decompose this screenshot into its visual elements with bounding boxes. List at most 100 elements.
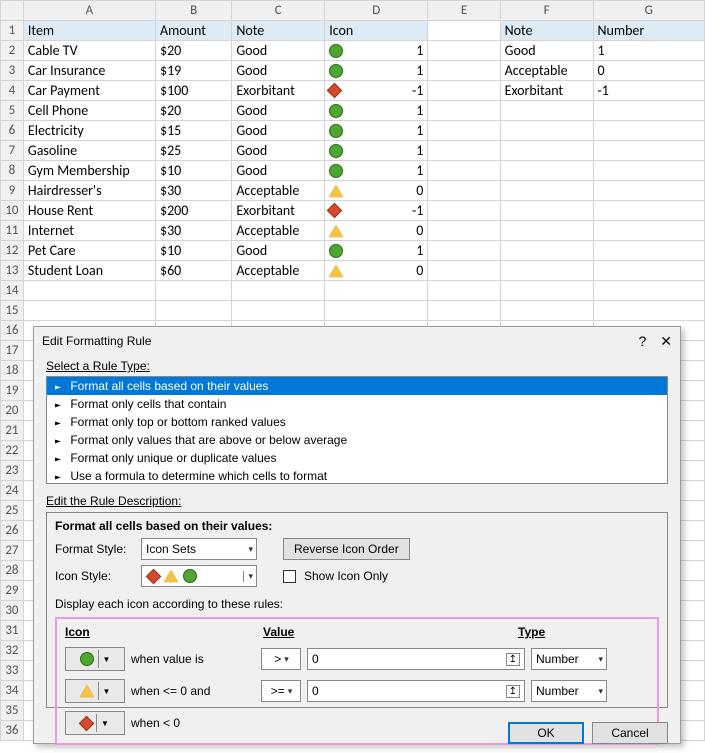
cell[interactable] <box>325 281 428 301</box>
row-header[interactable]: 26 <box>1 521 24 541</box>
rule-type-item[interactable]: ► Format all cells based on their values <box>47 377 667 395</box>
cell[interactable]: Exorbitant <box>232 201 325 221</box>
value-input[interactable]: 0↥ <box>307 648 525 670</box>
cell[interactable] <box>428 281 500 301</box>
cell[interactable] <box>593 201 705 221</box>
cell[interactable] <box>593 281 705 301</box>
cell[interactable]: $10 <box>155 241 231 261</box>
row-header[interactable]: 22 <box>1 441 24 461</box>
operator-combo[interactable]: >▾ <box>261 648 301 670</box>
cell[interactable]: Good <box>232 121 325 141</box>
cell[interactable]: $200 <box>155 201 231 221</box>
cell[interactable]: Acceptable <box>232 221 325 241</box>
cell[interactable]: Electricity <box>23 121 155 141</box>
cell[interactable]: 0 <box>325 181 428 201</box>
cell[interactable]: $30 <box>155 221 231 241</box>
row-header[interactable]: 35 <box>1 701 24 721</box>
cell[interactable]: Acceptable <box>232 261 325 281</box>
cell[interactable]: Exorbitant <box>500 81 593 101</box>
row-header[interactable]: 32 <box>1 641 24 661</box>
cell[interactable]: $25 <box>155 141 231 161</box>
cell[interactable]: Amount <box>155 21 231 41</box>
row-header[interactable]: 28 <box>1 561 24 581</box>
cell[interactable]: Icon <box>325 21 428 41</box>
row-header[interactable]: 10 <box>1 201 24 221</box>
cell[interactable] <box>428 61 500 81</box>
cell[interactable] <box>155 301 231 321</box>
row-header[interactable]: 17 <box>1 341 24 361</box>
cell[interactable]: Cable TV <box>23 41 155 61</box>
cell[interactable]: 0 <box>325 261 428 281</box>
cell[interactable]: $60 <box>155 261 231 281</box>
cell[interactable] <box>232 281 325 301</box>
cell[interactable]: Acceptable <box>500 61 593 81</box>
cell[interactable] <box>23 301 155 321</box>
cell[interactable]: Car Insurance <box>23 61 155 81</box>
cell[interactable] <box>428 301 500 321</box>
cell[interactable]: $20 <box>155 101 231 121</box>
cell[interactable] <box>593 101 705 121</box>
icon-select-combo[interactable]: ▼ <box>65 679 125 703</box>
cell[interactable] <box>428 41 500 61</box>
cell[interactable]: Good <box>232 161 325 181</box>
cell[interactable] <box>593 141 705 161</box>
col-header[interactable]: C <box>232 1 325 21</box>
cell[interactable] <box>232 301 325 321</box>
row-header[interactable]: 4 <box>1 81 24 101</box>
cell[interactable] <box>593 181 705 201</box>
cell[interactable]: House Rent <box>23 201 155 221</box>
cell[interactable]: Hairdresser's <box>23 181 155 201</box>
row-header[interactable]: 24 <box>1 481 24 501</box>
reverse-icon-order-button[interactable]: Reverse Icon Order <box>283 538 410 560</box>
row-header[interactable]: 27 <box>1 541 24 561</box>
cell[interactable]: 0 <box>325 221 428 241</box>
row-header[interactable]: 15 <box>1 301 24 321</box>
corner-cell[interactable] <box>1 1 24 21</box>
cell[interactable] <box>500 221 593 241</box>
row-header[interactable]: 34 <box>1 681 24 701</box>
cell[interactable]: Exorbitant <box>232 81 325 101</box>
cell[interactable] <box>428 181 500 201</box>
cell[interactable] <box>325 301 428 321</box>
help-icon[interactable]: ? <box>638 333 646 350</box>
ok-button[interactable]: OK <box>508 722 584 744</box>
cell[interactable]: Gasoline <box>23 141 155 161</box>
cell[interactable] <box>500 181 593 201</box>
cell[interactable] <box>500 141 593 161</box>
cell[interactable] <box>500 101 593 121</box>
cell[interactable]: 1 <box>325 41 428 61</box>
cell[interactable]: Note <box>500 21 593 41</box>
cell[interactable]: $10 <box>155 161 231 181</box>
row-header[interactable]: 21 <box>1 421 24 441</box>
cell[interactable] <box>593 301 705 321</box>
range-selector-icon[interactable]: ↥ <box>506 685 520 698</box>
rule-type-item[interactable]: ► Use a formula to determine which cells… <box>47 467 667 484</box>
row-header[interactable]: 2 <box>1 41 24 61</box>
value-input[interactable]: 0↥ <box>307 680 525 702</box>
cell[interactable] <box>500 121 593 141</box>
cell[interactable] <box>428 241 500 261</box>
cell[interactable] <box>500 281 593 301</box>
row-header[interactable]: 5 <box>1 101 24 121</box>
cell[interactable]: -1 <box>325 81 428 101</box>
cell[interactable] <box>428 101 500 121</box>
icon-select-combo[interactable]: ▼ <box>65 711 125 735</box>
cell[interactable]: 1 <box>325 101 428 121</box>
rule-type-item[interactable]: ► Format only values that are above or b… <box>47 431 667 449</box>
type-combo[interactable]: Number▾ <box>531 648 607 670</box>
cell[interactable] <box>593 221 705 241</box>
row-header[interactable]: 31 <box>1 621 24 641</box>
row-header[interactable]: 1 <box>1 21 24 41</box>
cell[interactable]: Good <box>500 41 593 61</box>
rule-type-list[interactable]: ► Format all cells based on their values… <box>46 376 668 484</box>
row-header[interactable]: 19 <box>1 381 24 401</box>
cell[interactable]: Good <box>232 61 325 81</box>
cell[interactable]: Number <box>593 21 705 41</box>
cell[interactable]: Car Payment <box>23 81 155 101</box>
col-header[interactable]: F <box>500 1 593 21</box>
rule-type-item[interactable]: ► Format only cells that contain <box>47 395 667 413</box>
cell[interactable] <box>428 261 500 281</box>
cell[interactable] <box>593 261 705 281</box>
col-header[interactable]: B <box>155 1 231 21</box>
cell[interactable] <box>500 241 593 261</box>
